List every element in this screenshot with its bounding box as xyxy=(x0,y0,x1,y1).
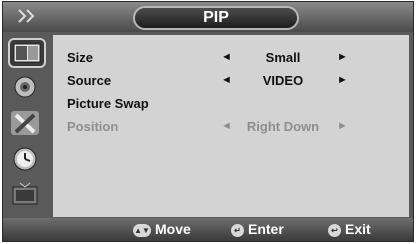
pip-settings-panel: Size ◄ Small ► Source ◄ VIDEO ► Picture … xyxy=(53,35,409,217)
row-label: Source xyxy=(67,73,112,88)
left-arrow-icon[interactable]: ◄ xyxy=(221,74,232,86)
input-tv-icon xyxy=(12,182,38,205)
move-hint: ▲▼ Move xyxy=(133,221,191,238)
exit-label: Exit xyxy=(345,221,371,237)
exit-hint: ↩ Exit xyxy=(328,221,371,238)
sidebar-item-setup[interactable] xyxy=(8,110,46,140)
sound-icon xyxy=(14,76,36,98)
row-value: Small xyxy=(265,50,301,65)
sidebar-item-picture[interactable] xyxy=(8,38,46,68)
tv-osd-window: PIP Size ◄ Small ► Source ◄ VIDEO ► Pict… xyxy=(2,1,414,242)
left-arrow-icon[interactable]: ◄ xyxy=(221,51,232,63)
sidebar-item-input[interactable] xyxy=(8,182,46,212)
row-label: Position xyxy=(67,119,119,134)
row-label: Picture Swap xyxy=(67,96,149,111)
double-chevron-right-icon[interactable] xyxy=(17,9,47,25)
menu-title: PIP xyxy=(133,6,299,30)
row-value: Right Down xyxy=(246,119,320,134)
help-bar: ▲▼ Move ↵ Enter ↩ Exit xyxy=(3,218,413,241)
clock-icon xyxy=(13,147,37,171)
sidebar-item-time[interactable] xyxy=(8,146,46,176)
menu-row-position: Position ◄ Right Down ► xyxy=(67,119,397,139)
menu-row-size[interactable]: Size ◄ Small ► xyxy=(67,50,397,70)
enter-icon: ↵ xyxy=(231,223,244,237)
sidebar-item-sound[interactable] xyxy=(8,74,46,104)
exit-icon: ↩ xyxy=(328,223,341,237)
menu-row-picture-swap[interactable]: Picture Swap xyxy=(67,96,397,116)
picture-icon xyxy=(13,43,41,63)
enter-hint: ↵ Enter xyxy=(231,221,284,238)
row-label: Size xyxy=(67,50,94,65)
sidebar xyxy=(5,34,51,218)
left-arrow-icon: ◄ xyxy=(221,120,232,132)
up-down-icon: ▲▼ xyxy=(133,223,151,237)
move-label: Move xyxy=(155,221,191,237)
enter-label: Enter xyxy=(248,221,284,237)
right-arrow-icon[interactable]: ► xyxy=(337,51,348,63)
setup-tools-icon xyxy=(11,111,39,135)
menu-row-source[interactable]: Source ◄ VIDEO ► xyxy=(67,73,397,93)
right-arrow-icon[interactable]: ► xyxy=(337,74,348,86)
right-arrow-icon: ► xyxy=(337,120,348,132)
row-value: VIDEO xyxy=(262,73,304,88)
top-bar: PIP xyxy=(3,2,413,32)
